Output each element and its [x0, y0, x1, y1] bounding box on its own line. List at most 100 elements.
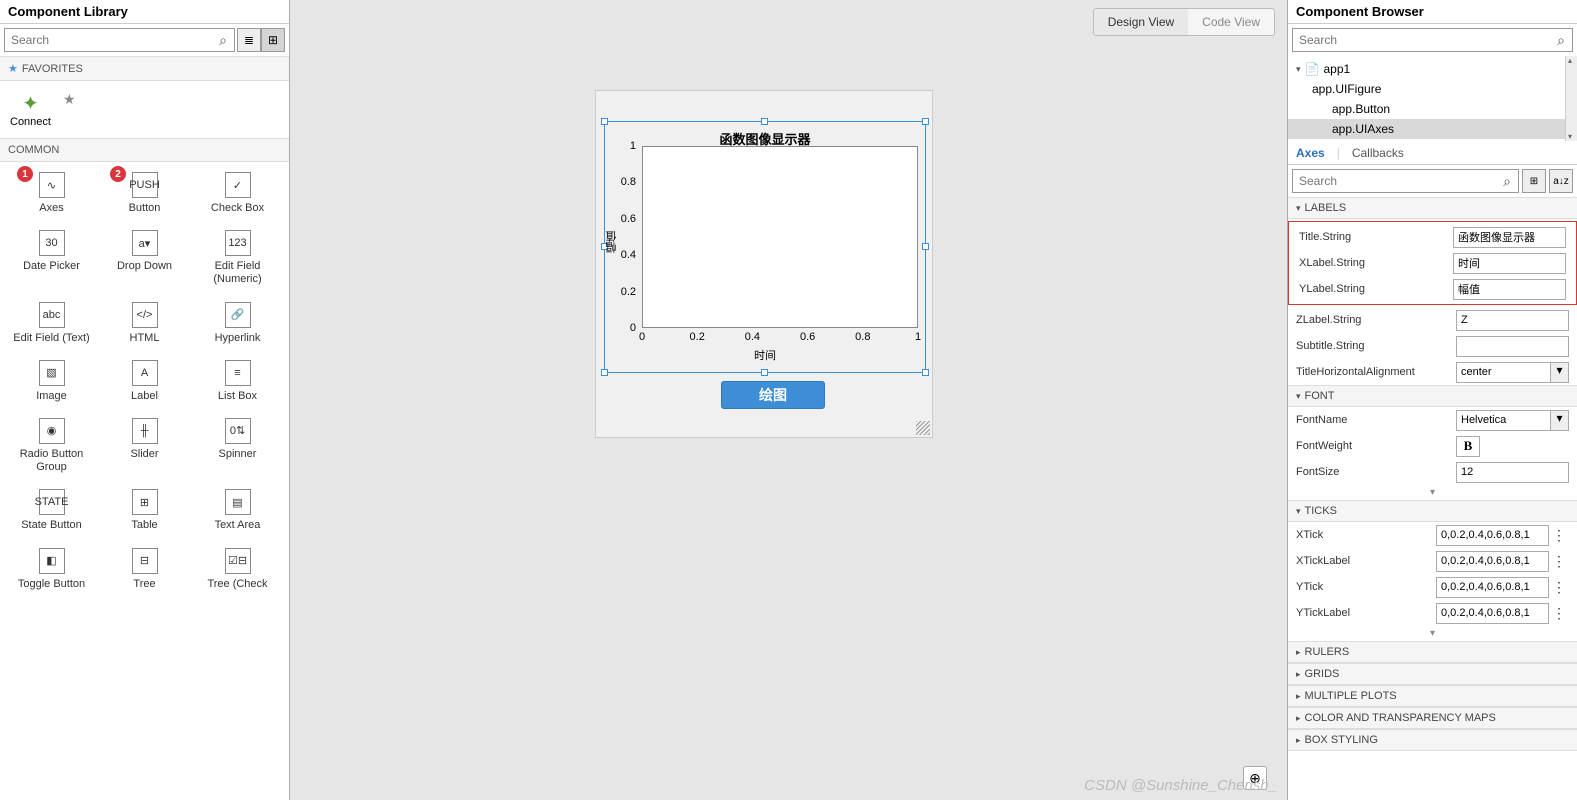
component-list-box[interactable]: ≡List Box	[191, 360, 284, 403]
list-view-icon[interactable]: ≣	[237, 28, 261, 52]
component-slider[interactable]: ╫Slider	[98, 418, 191, 474]
prop-yticklabel[interactable]	[1436, 603, 1549, 624]
inspector-search-input[interactable]	[1293, 170, 1496, 192]
component-check-box[interactable]: ✓Check Box	[191, 172, 284, 215]
component-icon: PUSH	[132, 172, 158, 198]
prop-title-halign[interactable]	[1456, 362, 1551, 383]
section-ticks[interactable]: ▾TICKS	[1288, 500, 1577, 522]
component-date-picker[interactable]: 30Date Picker	[5, 230, 98, 286]
section-labels[interactable]: ▾LABELS	[1288, 197, 1577, 219]
expand-more-icon[interactable]: ▾	[1288, 485, 1577, 500]
component-label: Image	[36, 390, 67, 403]
component-edit-field-text-[interactable]: abcEdit Field (Text)	[5, 302, 98, 345]
category-view-icon[interactable]: ⊞	[1522, 169, 1546, 193]
dropdown-icon[interactable]: ▾	[1551, 362, 1569, 383]
ytick-label: 0.8	[621, 176, 636, 188]
component-icon: STATE	[39, 489, 65, 515]
tab-design-view[interactable]: Design View	[1094, 9, 1188, 35]
component-html[interactable]: </>HTML	[98, 302, 191, 345]
component-label: HTML	[130, 332, 160, 345]
annotation-badge: 1	[17, 166, 33, 182]
prop-xlabel-string[interactable]	[1453, 253, 1566, 274]
section-rulers[interactable]: ▸RULERS	[1288, 641, 1577, 663]
browser-search[interactable]: ⌕	[1292, 28, 1573, 52]
sort-az-icon[interactable]: a↓z	[1549, 169, 1573, 193]
component-edit-field-numeric-[interactable]: 123Edit Field (Numeric)	[191, 230, 284, 286]
section-font[interactable]: ▾FONT	[1288, 385, 1577, 407]
component-radio-button-group[interactable]: ◉Radio Button Group	[5, 418, 98, 474]
component-label: Tree (Check	[207, 578, 267, 591]
expand-more-icon[interactable]: ▾	[1288, 626, 1577, 641]
library-search-input[interactable]	[5, 29, 212, 51]
tree-scrollbar[interactable]	[1565, 56, 1577, 141]
dropdown-icon[interactable]: ▾	[1551, 410, 1569, 431]
tab-callbacks[interactable]: Callbacks	[1352, 146, 1404, 164]
component-image[interactable]: ▧ Image	[5, 360, 98, 403]
component-toggle-button[interactable]: ◧Toggle Button	[5, 548, 98, 591]
component-label[interactable]: ALabel	[98, 360, 191, 403]
draw-button[interactable]: 绘图	[721, 381, 825, 409]
component-button[interactable]: 2PUSHButton	[98, 172, 191, 215]
prop-fontsize[interactable]	[1456, 462, 1569, 483]
component-spinner[interactable]: 0⇅Spinner	[191, 418, 284, 474]
prop-subtitle-string[interactable]	[1456, 336, 1569, 357]
prop-xtick[interactable]	[1436, 525, 1549, 546]
prop-xticklabel[interactable]	[1436, 551, 1549, 572]
component-label: Tree	[133, 578, 155, 591]
component-tree: ▾📄app1 app.UIFigure app.Button app.UIAxe…	[1288, 56, 1577, 141]
resize-handle[interactable]	[922, 369, 929, 376]
xtick-label: 0.2	[690, 331, 705, 343]
component-tree[interactable]: ⊟Tree	[98, 548, 191, 591]
component-icon: ▧	[39, 360, 65, 386]
section-grids[interactable]: ▸GRIDS	[1288, 663, 1577, 685]
tree-node-uifigure[interactable]: app.UIFigure	[1288, 79, 1577, 99]
tree-node-app[interactable]: ▾📄app1	[1288, 59, 1577, 79]
tree-node-uiaxes[interactable]: app.UIAxes	[1288, 119, 1577, 139]
component-icon: ◉	[39, 418, 65, 444]
inspector-search[interactable]: ⌕	[1292, 169, 1519, 193]
prop-ylabel-string[interactable]	[1453, 279, 1566, 300]
component-hyperlink[interactable]: 🔗Hyperlink	[191, 302, 284, 345]
section-multiple-plots[interactable]: ▸MULTIPLE PLOTS	[1288, 685, 1577, 707]
component-drop-down[interactable]: a▾Drop Down	[98, 230, 191, 286]
resize-handle[interactable]	[601, 369, 608, 376]
figure-resize-grip[interactable]	[916, 421, 930, 435]
library-search[interactable]: ⌕	[4, 28, 235, 52]
more-icon[interactable]: ⋮	[1549, 553, 1569, 570]
component-text-area[interactable]: ▤Text Area	[191, 489, 284, 532]
favorite-star-icon[interactable]: ★	[63, 91, 76, 108]
more-icon[interactable]: ⋮	[1549, 527, 1569, 544]
browser-search-input[interactable]	[1293, 29, 1550, 51]
tab-code-view[interactable]: Code View	[1188, 9, 1274, 35]
prop-fontname[interactable]	[1456, 410, 1551, 431]
uifigure-canvas[interactable]: 函数图像显示器 幅值 00.20.40.60.8100.20.40.60.81 …	[595, 90, 933, 438]
tree-node-button[interactable]: app.Button	[1288, 99, 1577, 119]
more-icon[interactable]: ⋮	[1549, 579, 1569, 596]
search-icon[interactable]: ⌕	[1550, 29, 1572, 51]
prop-zlabel-string[interactable]	[1456, 310, 1569, 331]
component-table[interactable]: ⊞Table	[98, 489, 191, 532]
favorite-connect[interactable]: ✦ Connect	[10, 91, 51, 128]
component-axes[interactable]: 1∿Axes	[5, 172, 98, 215]
prop-title-string[interactable]	[1453, 227, 1566, 248]
prop-ytick[interactable]	[1436, 577, 1549, 598]
search-icon[interactable]: ⌕	[1496, 170, 1518, 192]
section-color-transparency[interactable]: ▸COLOR AND TRANSPARENCY MAPS	[1288, 707, 1577, 729]
star-icon: ★	[8, 62, 18, 75]
component-state-button[interactable]: STATEState Button	[5, 489, 98, 532]
component-tree-check[interactable]: ☑⊟Tree (Check	[191, 548, 284, 591]
search-icon[interactable]: ⌕	[212, 29, 234, 51]
resize-handle[interactable]	[761, 369, 768, 376]
more-icon[interactable]: ⋮	[1549, 605, 1569, 622]
component-icon: abc	[39, 302, 65, 328]
component-icon: 🔗	[225, 302, 251, 328]
section-box-styling[interactable]: ▸BOX STYLING	[1288, 729, 1577, 751]
prop-fontweight-bold[interactable]: B	[1456, 436, 1480, 457]
resize-handle[interactable]	[922, 243, 929, 250]
resize-handle[interactable]	[761, 118, 768, 125]
resize-handle[interactable]	[922, 118, 929, 125]
grid-view-icon[interactable]: ⊞	[261, 28, 285, 52]
tab-axes[interactable]: Axes	[1296, 146, 1325, 164]
resize-handle[interactable]	[601, 118, 608, 125]
component-label: Edit Field (Numeric)	[198, 260, 278, 286]
